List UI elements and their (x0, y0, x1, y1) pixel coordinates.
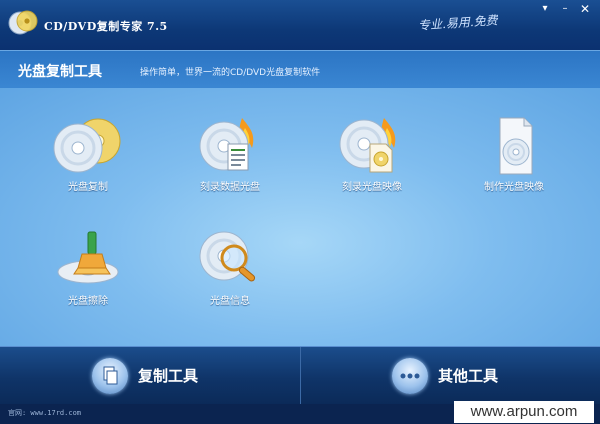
tool-make-image[interactable]: 制作光盘映像 (454, 114, 574, 193)
tool-disc-erase[interactable]: 光盘擦除 (28, 228, 148, 307)
burn-image-icon (339, 118, 396, 173)
tab-label: 其他工具 (438, 367, 499, 385)
tools-panel: 光盘复制 刻录数据光盘 刻录光盘映像 制作光盘映像 光盘擦除 光盘信息 (0, 88, 600, 346)
watermark: www.arpun.com (454, 401, 594, 423)
section-header: 光盘复制工具 操作简单，世界一流的CD/DVD光盘复制软件 (0, 50, 600, 89)
disc-info-icon (199, 231, 256, 282)
tool-label: 光盘擦除 (68, 296, 108, 307)
app-window: CD/DVD复制专家 7.5 专业.易用.免费 ▾ – ✕ 光盘复制工具 操作简… (0, 0, 600, 424)
tab-other-tools[interactable]: 其他工具 (392, 355, 552, 397)
minimize-button[interactable]: – (556, 2, 574, 16)
bottom-divider (300, 347, 301, 405)
tool-label: 刻录光盘映像 (342, 182, 402, 193)
tool-disc-copy[interactable]: 光盘复制 (28, 114, 148, 193)
tab-label: 复制工具 (138, 367, 199, 385)
tool-disc-info[interactable]: 光盘信息 (170, 228, 290, 307)
make-image-icon (499, 117, 533, 175)
disc-copy-icon (53, 118, 121, 173)
slogan: 专业.易用.免费 (417, 13, 499, 33)
section-title: 光盘复制工具 (18, 64, 102, 80)
section-subtitle: 操作简单，世界一流的CD/DVD光盘复制软件 (140, 68, 321, 78)
tool-label: 刻录数据光盘 (200, 182, 260, 193)
burn-data-disc-icon (199, 118, 254, 171)
app-logo-icon (8, 10, 38, 35)
copy-tool-icon (92, 358, 128, 394)
other-tools-icon (392, 358, 428, 394)
title-bar[interactable]: CD/DVD复制专家 7.5 专业.易用.免费 ▾ – ✕ (0, 0, 600, 50)
app-title: CD/DVD复制专家 7.5 (44, 20, 168, 33)
website-link[interactable]: 官网: www.17rd.com (8, 408, 81, 418)
tool-burn-image[interactable]: 刻录光盘映像 (312, 114, 432, 193)
tab-copy-tools[interactable]: 复制工具 (92, 355, 252, 397)
disc-erase-icon (57, 231, 119, 284)
close-button[interactable]: ✕ (576, 2, 594, 16)
menu-button[interactable]: ▾ (536, 2, 554, 16)
tool-burn-data-disc[interactable]: 刻录数据光盘 (170, 114, 290, 193)
tool-label: 光盘复制 (68, 182, 108, 193)
tool-label: 制作光盘映像 (484, 182, 544, 193)
tool-label: 光盘信息 (210, 296, 250, 307)
bottom-bar: 复制工具 其他工具 (0, 346, 600, 405)
